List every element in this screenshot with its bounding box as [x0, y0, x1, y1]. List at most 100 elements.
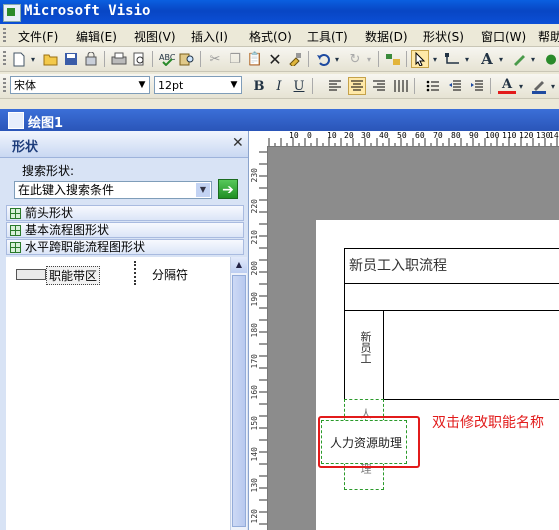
drawing-page[interactable]: 新员工入职流程 新员工 人力资源助理 人力资源助理: [316, 220, 559, 530]
spelling-icon[interactable]: ABC: [158, 50, 176, 68]
band-label-edit-box[interactable]: 人力资源助理: [321, 420, 407, 464]
ruler-label: 190: [250, 292, 259, 307]
text-dropdown-icon[interactable]: ▾: [496, 50, 506, 68]
copy-icon[interactable]: ❐: [226, 50, 244, 68]
ruler-label: 180: [250, 323, 259, 338]
research-icon[interactable]: [178, 50, 196, 68]
connector-tool-icon[interactable]: [444, 50, 462, 68]
align-right-icon[interactable]: [370, 77, 388, 95]
close-icon[interactable]: ✕: [232, 135, 244, 151]
line-color-icon[interactable]: [530, 77, 548, 95]
redo-icon[interactable]: ↻: [346, 50, 364, 68]
search-shapes-input[interactable]: 在此键入搜索条件 ▼: [14, 181, 212, 199]
band-lane-new-employee[interactable]: [383, 310, 559, 400]
chevron-down-icon[interactable]: ▼: [196, 183, 210, 197]
shapes-window-icon[interactable]: [384, 50, 402, 68]
undo-icon[interactable]: [314, 50, 332, 68]
stencil-label: 基本流程图形状: [25, 223, 110, 237]
font-name-combo[interactable]: 宋体 ▼: [10, 76, 150, 94]
new-icon[interactable]: [10, 50, 28, 68]
open-icon[interactable]: [42, 50, 60, 68]
text-tool-icon[interactable]: A: [478, 50, 496, 68]
pointer-dropdown-icon[interactable]: ▾: [430, 50, 440, 68]
connector-dropdown-icon[interactable]: ▾: [462, 50, 472, 68]
master-separator[interactable]: 分隔符: [152, 266, 188, 283]
bold-button[interactable]: B: [250, 77, 268, 95]
toolbar-separator: [308, 51, 309, 67]
flowchart-phase-row[interactable]: [344, 283, 559, 311]
ruler-label: 160: [250, 385, 259, 400]
svg-text:ABC: ABC: [159, 53, 175, 62]
align-left-icon[interactable]: [326, 77, 344, 95]
line-color-dropdown-icon[interactable]: ▾: [548, 77, 558, 95]
menu-file[interactable]: 文件(F): [18, 28, 58, 45]
ruler-label: 140: [549, 131, 559, 140]
menu-tools[interactable]: 工具(T): [307, 28, 348, 45]
permission-icon[interactable]: [82, 50, 100, 68]
stencil-icon: [10, 208, 21, 219]
underline-button[interactable]: U: [290, 77, 308, 95]
print-icon[interactable]: [110, 50, 128, 68]
shapes-panel: 形状 ✕ 搜索形状: 在此键入搜索条件 ▼ ➔ 箭头形状 基本流程图形状 水平跨…: [0, 131, 249, 530]
horizontal-ruler: 10 0 10 20 30 40 50 60 70 80 90 100 110 …: [249, 131, 559, 147]
drawing-canvas-area[interactable]: 10 0 10 20 30 40 50 60 70 80 90 100 110 …: [249, 131, 559, 530]
print-preview-icon[interactable]: [130, 50, 148, 68]
menu-help[interactable]: 帮助: [538, 28, 559, 45]
window-title: Microsoft Visio: [24, 3, 151, 19]
menu-shape[interactable]: 形状(S): [423, 28, 464, 45]
toolbar-separator: [406, 51, 407, 67]
menu-insert[interactable]: 插入(I): [191, 28, 228, 45]
stencil-scrollbar[interactable]: ▲: [230, 257, 247, 530]
scroll-up-icon[interactable]: ▲: [231, 257, 247, 273]
functional-band-icon[interactable]: [16, 269, 46, 280]
flowchart-title: 新员工入职流程: [349, 258, 447, 274]
chevron-down-icon[interactable]: ▼: [135, 77, 149, 93]
menu-data[interactable]: 数据(D): [365, 28, 408, 45]
pointer-tool-icon[interactable]: [411, 50, 429, 68]
ruler-label: 50: [397, 131, 407, 140]
format-painter-icon[interactable]: [286, 50, 304, 68]
band-label-new-employee[interactable]: 新员工: [344, 310, 384, 400]
new-dropdown-icon[interactable]: ▾: [28, 50, 38, 68]
menu-format[interactable]: 格式(O): [249, 28, 292, 45]
font-color-button[interactable]: A: [498, 77, 516, 94]
font-size-combo[interactable]: 12pt ▼: [154, 76, 242, 94]
search-go-button[interactable]: ➔: [218, 179, 238, 199]
save-icon[interactable]: [62, 50, 80, 68]
delete-icon[interactable]: ✕: [266, 50, 284, 69]
menu-edit[interactable]: 编辑(E): [76, 28, 117, 45]
paste-icon[interactable]: 📋: [246, 50, 264, 68]
menu-view[interactable]: 视图(V): [134, 28, 176, 45]
undo-dropdown-icon[interactable]: ▾: [332, 50, 342, 68]
ruler-label: 90: [469, 131, 479, 140]
stamp-icon[interactable]: ●: [542, 50, 559, 68]
chevron-down-icon[interactable]: ▼: [227, 77, 241, 93]
master-functional-band[interactable]: 职能带区: [46, 266, 101, 285]
font-color-dropdown-icon[interactable]: ▾: [516, 77, 526, 95]
decrease-indent-icon[interactable]: [446, 77, 464, 95]
edit-box-text: 人力资源助理: [330, 436, 403, 450]
separator-icon[interactable]: [134, 261, 138, 285]
bullets-icon[interactable]: [424, 77, 442, 95]
document-title: 绘图1: [28, 116, 64, 131]
toolbar-separator: [152, 51, 153, 67]
italic-button[interactable]: I: [270, 77, 288, 95]
arrow-right-icon: ➔: [222, 182, 234, 198]
drawing-tools-icon[interactable]: [510, 50, 528, 68]
vertical-ruler: 230 220 210 200 190 180 170 160 150 140 …: [249, 146, 268, 530]
toolbar-separator: [104, 51, 105, 67]
redo-dropdown-icon[interactable]: ▾: [364, 50, 374, 68]
justify-icon[interactable]: [392, 77, 410, 95]
align-center-icon[interactable]: [348, 77, 366, 95]
menu-window[interactable]: 窗口(W): [481, 28, 526, 45]
scroll-thumb[interactable]: [232, 275, 246, 527]
title-bar: Microsoft Visio: [0, 0, 559, 24]
toolbar-separator: [312, 78, 313, 94]
flowchart-title-bar[interactable]: 新员工入职流程: [344, 248, 559, 284]
stencil-arrows[interactable]: 箭头形状: [6, 205, 244, 221]
stencil-cross-functional[interactable]: 水平跨职能流程图形状: [6, 239, 244, 255]
increase-indent-icon[interactable]: [468, 77, 486, 95]
cut-icon[interactable]: ✂: [206, 50, 224, 68]
stencil-basic-flowchart[interactable]: 基本流程图形状: [6, 222, 244, 238]
drawing-dropdown-icon[interactable]: ▾: [528, 50, 538, 68]
